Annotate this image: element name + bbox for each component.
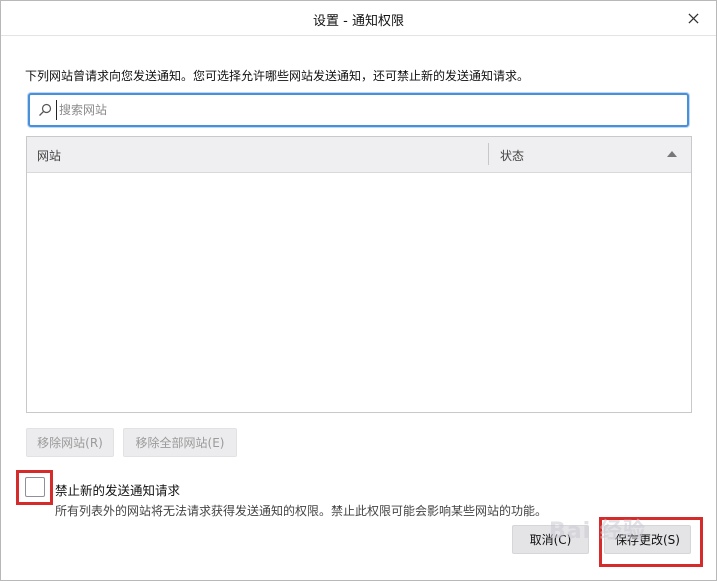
dialog-description: 下列网站曾请求向您发送通知。您可选择允许哪些网站发送通知，还可禁止新的发送通知请… (25, 69, 530, 83)
remove-all-sites-button[interactable]: 移除全部网站(E) (123, 428, 237, 457)
checkbox-highlight-annotation (16, 470, 53, 505)
baidu-watermark: Bai 经验 (549, 519, 646, 544)
column-header-status[interactable]: 状态 (500, 147, 524, 164)
search-input[interactable] (56, 100, 679, 120)
dialog-title: 设置 - 通知权限 (313, 14, 404, 29)
table-body[interactable] (27, 173, 691, 412)
block-new-requests-description: 所有列表外的网站将无法请求获得发送通知的权限。禁止此权限可能会影响某些网站的功能… (55, 504, 548, 518)
sort-ascending-icon[interactable] (667, 151, 677, 157)
close-icon (687, 12, 699, 24)
column-header-site[interactable]: 网站 (37, 147, 61, 164)
close-button[interactable] (682, 7, 704, 29)
table-header: 网站 状态 (27, 137, 691, 173)
column-divider[interactable] (488, 143, 489, 165)
notification-permissions-dialog: 设置 - 通知权限 下列网站曾请求向您发送通知。您可选择允许哪些网站发送通知，还… (0, 0, 717, 581)
search-icon (39, 103, 52, 116)
block-new-requests-label[interactable]: 禁止新的发送通知请求 (55, 480, 180, 499)
site-permissions-table: 网站 状态 (26, 136, 692, 413)
title-bar: 设置 - 通知权限 (1, 1, 716, 36)
remove-site-button[interactable]: 移除网站(R) (26, 428, 114, 457)
search-box[interactable] (28, 93, 689, 127)
